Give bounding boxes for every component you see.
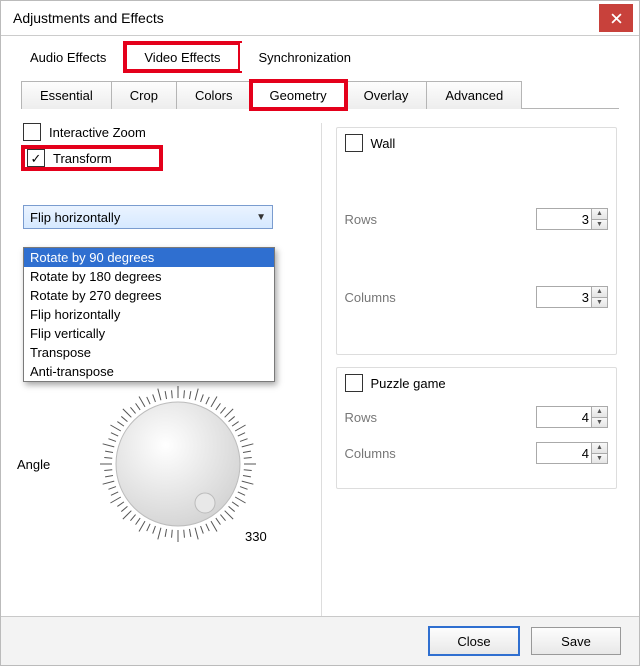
puzzle-cols-spinner[interactable]: 4 ▲▼ — [536, 442, 608, 464]
tab-video-effects[interactable]: Video Effects — [125, 43, 239, 71]
close-button[interactable]: Close — [429, 627, 519, 655]
tab-synchronization[interactable]: Synchronization — [240, 43, 371, 71]
spin-down-icon[interactable]: ▼ — [591, 418, 607, 428]
wall-group: Wall Rows 3 ▲▼ Columns 3 ▲▼ — [336, 127, 618, 355]
angle-dial-group: Angle 330 — [23, 379, 305, 559]
wall-cols-spinner[interactable]: 3 ▲▼ — [536, 286, 608, 308]
transform-row[interactable]: Transform — [23, 147, 161, 169]
wall-checkbox[interactable] — [345, 134, 363, 152]
puzzle-rows-label: Rows — [345, 410, 378, 425]
angle-tick-330: 330 — [245, 529, 267, 544]
outer-tab-strip: Audio Effects Video Effects Synchronizat… — [1, 36, 639, 70]
spin-up-icon[interactable]: ▲ — [591, 407, 607, 418]
tab-geometry[interactable]: Geometry — [251, 81, 346, 109]
wall-label: Wall — [371, 136, 396, 151]
spin-up-icon[interactable]: ▲ — [591, 287, 607, 298]
transform-option[interactable]: Rotate by 90 degrees — [24, 248, 274, 267]
window-title: Adjustments and Effects — [13, 10, 164, 26]
tab-advanced[interactable]: Advanced — [426, 81, 522, 109]
wall-rows-spinner[interactable]: 3 ▲▼ — [536, 208, 608, 230]
wall-rows-value: 3 — [582, 212, 589, 227]
puzzle-rows-value: 4 — [582, 410, 589, 425]
puzzle-rows-spinner[interactable]: 4 ▲▼ — [536, 406, 608, 428]
transform-combobox[interactable]: Flip horizontally ▼ — [23, 205, 273, 229]
interactive-zoom-row[interactable]: Interactive Zoom — [23, 123, 305, 141]
wall-cols-label: Columns — [345, 290, 396, 305]
puzzle-checkbox[interactable] — [345, 374, 363, 392]
left-column: Interactive Zoom Transform Flip horizont… — [23, 123, 305, 616]
transform-label: Transform — [53, 151, 112, 166]
interactive-zoom-label: Interactive Zoom — [49, 125, 146, 140]
transform-dropdown: Rotate by 90 degrees Rotate by 180 degre… — [23, 247, 275, 382]
spin-down-icon[interactable]: ▼ — [591, 298, 607, 308]
transform-option[interactable]: Transpose — [24, 343, 274, 362]
puzzle-group: Puzzle game Rows 4 ▲▼ Columns 4 ▲▼ — [336, 367, 618, 489]
wall-cols-value: 3 — [582, 290, 589, 305]
transform-combobox-value: Flip horizontally — [30, 210, 120, 225]
spin-down-icon[interactable]: ▼ — [591, 220, 607, 230]
save-button[interactable]: Save — [531, 627, 621, 655]
wall-rows-label: Rows — [345, 212, 378, 227]
transform-option[interactable]: Rotate by 180 degrees — [24, 267, 274, 286]
adjustments-window: Adjustments and Effects Audio Effects Vi… — [0, 0, 640, 666]
tab-essential[interactable]: Essential — [21, 81, 112, 109]
tab-overlay[interactable]: Overlay — [345, 81, 428, 109]
angle-dial[interactable] — [93, 379, 263, 549]
angle-label: Angle — [17, 457, 50, 472]
tab-colors[interactable]: Colors — [176, 81, 252, 109]
geometry-panel: Interactive Zoom Transform Flip horizont… — [1, 109, 639, 616]
transform-option[interactable]: Flip vertically — [24, 324, 274, 343]
puzzle-cols-value: 4 — [582, 446, 589, 461]
interactive-zoom-checkbox[interactable] — [23, 123, 41, 141]
transform-option[interactable]: Rotate by 270 degrees — [24, 286, 274, 305]
transform-checkbox[interactable] — [27, 149, 45, 167]
spin-up-icon[interactable]: ▲ — [591, 443, 607, 454]
dialog-footer: Close Save — [1, 616, 639, 665]
close-icon — [611, 13, 622, 24]
puzzle-label: Puzzle game — [371, 376, 446, 391]
right-column: Wall Rows 3 ▲▼ Columns 3 ▲▼ — [321, 123, 618, 616]
chevron-down-icon: ▼ — [256, 212, 266, 223]
transform-option[interactable]: Anti-transpose — [24, 362, 274, 381]
spin-down-icon[interactable]: ▼ — [591, 454, 607, 464]
tab-audio-effects[interactable]: Audio Effects — [11, 43, 125, 71]
transform-option[interactable]: Flip horizontally — [24, 305, 274, 324]
titlebar: Adjustments and Effects — [1, 1, 639, 36]
window-close-button[interactable] — [599, 4, 633, 32]
spin-up-icon[interactable]: ▲ — [591, 209, 607, 220]
inner-tab-strip: Essential Crop Colors Geometry Overlay A… — [21, 80, 619, 109]
tab-crop[interactable]: Crop — [111, 81, 177, 109]
puzzle-cols-label: Columns — [345, 446, 396, 461]
